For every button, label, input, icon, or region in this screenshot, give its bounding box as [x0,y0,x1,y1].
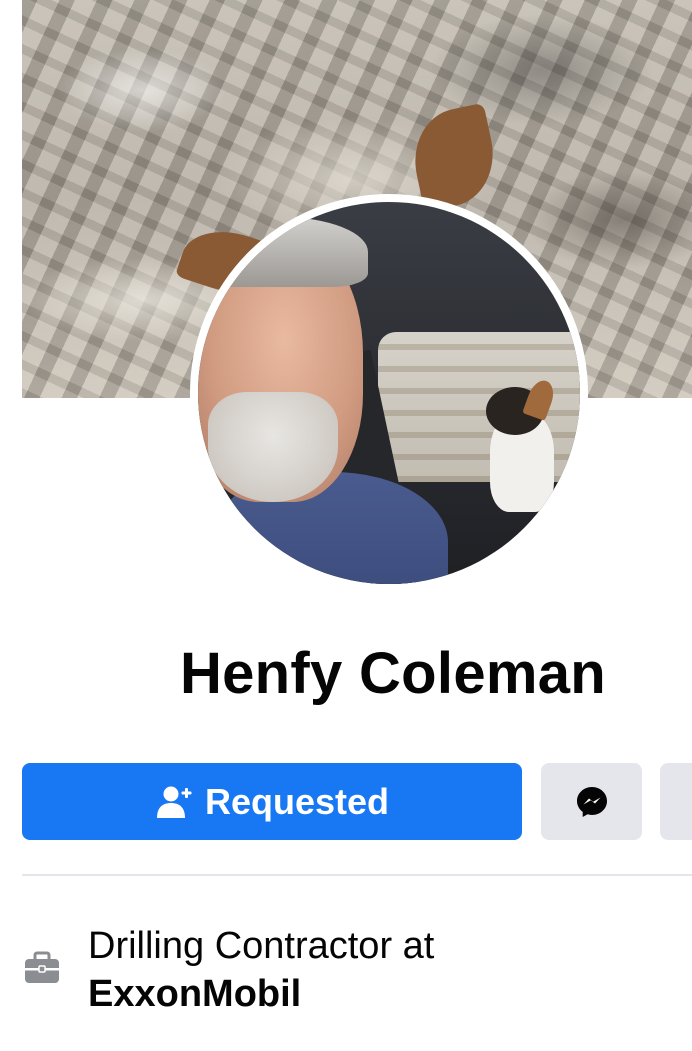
work-title: Drilling Contractor at [88,925,435,967]
profile-picture-image [198,202,580,584]
photo-beard [208,392,338,502]
briefcase-icon [25,951,59,983]
profile-picture[interactable] [190,194,588,592]
message-button[interactable] [541,763,642,840]
more-options-button[interactable] [660,763,692,840]
work-info: Drilling Contractor at ExxonMobil [88,922,678,1018]
messenger-icon [576,786,607,817]
profile-name: Henfy Coleman [179,641,607,706]
requested-button[interactable]: Requested [22,763,522,840]
photo-hair [198,217,368,287]
requested-button-label: Requested [204,780,390,822]
section-divider [22,874,692,876]
work-employer[interactable]: ExxonMobil [88,970,678,1018]
person-requested-icon [156,786,192,818]
